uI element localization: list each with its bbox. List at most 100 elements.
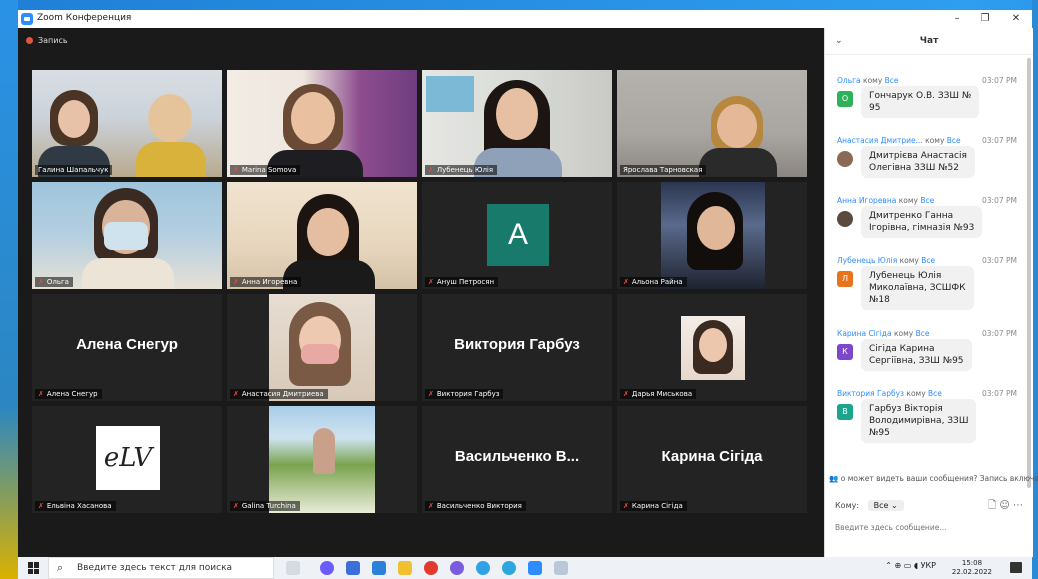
- message-bubble: Дмитрієва Анастасія Олегівна ЗЗШ №52: [861, 146, 975, 178]
- video-tile[interactable]: Карина Сігіда ✗ Карина Сігіда: [617, 406, 807, 513]
- sender-avatar: Л: [837, 271, 853, 287]
- recipient-label: Кому:: [835, 501, 860, 510]
- message-header: Виктория Гарбуз кому Все 03:07 PM: [837, 389, 1017, 398]
- mic-muted-icon: ✗: [38, 278, 44, 286]
- wall-picture: [426, 76, 474, 112]
- video-gallery: Запись Галина Шапальчук ✗ Marina Somova ✗…: [18, 28, 824, 557]
- recipient-name: Все: [928, 389, 942, 398]
- mail-icon[interactable]: [372, 561, 386, 575]
- video-tile[interactable]: eLV ✗ Ельвіна Хасанова: [32, 406, 222, 513]
- mic-muted-icon: ✗: [428, 166, 434, 174]
- paint-icon[interactable]: [554, 561, 568, 575]
- sender-avatar: О: [837, 91, 853, 107]
- video-tile[interactable]: Виктория Гарбуз ✗ Виктория Гарбуз: [422, 294, 612, 401]
- maximize-button[interactable]: ❐: [971, 12, 999, 26]
- video-tile[interactable]: ✗ Ольга: [32, 182, 222, 289]
- file-explorer-icon[interactable]: [398, 561, 412, 575]
- message-header: Анна Игоревна кому Все 03:07 PM: [837, 196, 1017, 205]
- messenger-icon[interactable]: [320, 561, 334, 575]
- file-icon[interactable]: 🗋: [988, 500, 996, 511]
- face-shape: [717, 104, 757, 148]
- participant-name: Галина Шапальчук: [35, 165, 113, 175]
- volume-icon: ◖: [913, 561, 919, 570]
- recipient-select[interactable]: Все ⌄: [867, 500, 904, 511]
- sender-name[interactable]: Карина Сігіда: [837, 329, 892, 338]
- video-tile[interactable]: ✗ Альона Райна: [617, 182, 807, 289]
- sender-name[interactable]: Виктория Гарбуз: [837, 389, 904, 398]
- video-tile[interactable]: ✗ Анна Игоревна: [227, 182, 417, 289]
- sender-avatar: [837, 151, 853, 167]
- chat-privacy-notice[interactable]: 👥 о может видеть ваши сообщения? Запись …: [829, 474, 1038, 483]
- taskbar-clock[interactable]: 15:08 22.02.2022: [952, 559, 992, 577]
- more-icon[interactable]: ⋯: [1013, 500, 1023, 511]
- mic-muted-icon: ✗: [428, 278, 434, 286]
- chat-message: Анна Игоревна кому Все 03:07 PM Дмитренко…: [837, 196, 1025, 238]
- video-tile[interactable]: Васильченко В... ✗ Васильченко Виктория: [422, 406, 612, 513]
- video-tile[interactable]: ✗ Лубенець Юлія: [422, 70, 612, 177]
- video-tile[interactable]: Галина Шапальчук: [32, 70, 222, 177]
- emoji-icon[interactable]: ☺: [999, 500, 1009, 511]
- sender-name[interactable]: Анна Игоревна: [837, 196, 896, 205]
- chat-message: Карина Сігіда кому Все 03:07 PM К Сігіда …: [837, 329, 1025, 371]
- store-icon[interactable]: [346, 561, 360, 575]
- video-tile[interactable]: ✗ Анастасия Дмитриева: [227, 294, 417, 401]
- zoom-taskbar-icon[interactable]: [528, 561, 542, 575]
- title-bar: Zoom Конференция – ❐ ✕: [18, 10, 1032, 28]
- recording-label: Запись: [38, 36, 68, 45]
- message-time: 03:07 PM: [982, 136, 1017, 145]
- search-icon: ⌕: [57, 561, 64, 574]
- minimize-button[interactable]: –: [943, 12, 971, 26]
- chat-scrollbar[interactable]: [1027, 58, 1031, 488]
- chevron-down-icon: ⌄: [890, 501, 898, 510]
- chat-message-input[interactable]: [835, 520, 1023, 534]
- sender-name[interactable]: Анастасия Дмитрие...: [837, 136, 923, 145]
- chat-message: Анастасия Дмитрие... кому Все 03:07 PM Дм…: [837, 136, 1025, 178]
- language-indicator[interactable]: УКР: [921, 561, 936, 570]
- windows-start-icon[interactable]: [28, 562, 40, 574]
- chat-message: Лубенець Юлія кому Все 03:07 PM Л Лубенец…: [837, 256, 1025, 310]
- clock-time: 15:08: [961, 559, 983, 567]
- chevron-down-icon[interactable]: ⌄: [835, 28, 843, 54]
- message-header: Анастасия Дмитрие... кому Все 03:07 PM: [837, 136, 1017, 145]
- mic-muted-icon: ✗: [233, 278, 239, 286]
- network-icon: ⊕: [894, 561, 902, 570]
- video-tile[interactable]: Ярослава Тарновская: [617, 70, 807, 177]
- message-time: 03:07 PM: [982, 76, 1017, 85]
- chat-message: Виктория Гарбуз кому Все 03:07 PM В Гарбу…: [837, 389, 1025, 443]
- video-tile[interactable]: A ✗ Ануш Петросян: [422, 182, 612, 289]
- message-bubble: Гончарук О.В. ЗЗШ № 95: [861, 86, 980, 118]
- skype-icon[interactable]: [476, 561, 490, 575]
- video-tile[interactable]: ✗ Дарья Миськова: [617, 294, 807, 401]
- clock-date: 22.02.2022: [951, 568, 992, 576]
- recipient-row: Кому: Все ⌄: [835, 500, 904, 511]
- viber-icon[interactable]: [450, 561, 464, 575]
- message-bubble: Дмитренко Ганна Ігорівна, гімназія №93: [861, 206, 983, 238]
- video-tile[interactable]: Алена Снегур ✗ Алена Снегур: [32, 294, 222, 401]
- participant-name: ✗ Альона Райна: [620, 277, 687, 287]
- chat-tools: 🗋 ☺ ⋯: [988, 498, 1023, 515]
- zoom-app-icon: [21, 13, 33, 25]
- message-header: Карина Сігіда кому Все 03:07 PM: [837, 329, 1017, 338]
- video-tile[interactable]: ✗ Galina Turchina: [227, 406, 417, 513]
- recording-indicator[interactable]: Запись: [26, 36, 68, 45]
- participant-name: ✗ Лубенець Юлія: [425, 165, 498, 175]
- message-time: 03:07 PM: [982, 196, 1017, 205]
- participant-logo: eLV: [96, 426, 160, 490]
- video-tile[interactable]: ✗ Marina Somova: [227, 70, 417, 177]
- system-tray[interactable]: ⌃ ⊕ ▭ ◖ УКР: [885, 561, 936, 570]
- close-button[interactable]: ✕: [1002, 12, 1030, 26]
- notification-icon[interactable]: [1010, 562, 1022, 573]
- task-view-icon[interactable]: [286, 561, 300, 575]
- taskbar-search[interactable]: ⌕ Введите здесь текст для поиска: [48, 557, 274, 579]
- sender-name[interactable]: Ольга: [837, 76, 861, 85]
- opera-icon[interactable]: [424, 561, 438, 575]
- message-bubble: Сігіда Карина Сергіївна, ЗЗШ №95: [861, 339, 972, 371]
- sender-name[interactable]: Лубенець Юлія: [837, 256, 897, 265]
- message-time: 03:07 PM: [982, 389, 1017, 398]
- person-shape: [699, 148, 777, 177]
- participant-display-name: Алена Снегур: [76, 336, 178, 353]
- search-placeholder: Введите здесь текст для поиска: [77, 563, 233, 573]
- sender-avatar: В: [837, 404, 853, 420]
- chat-panel: ⌄ Чат Ольга кому Все 03:07 PM О Гончарук …: [824, 28, 1038, 557]
- telegram-icon[interactable]: [502, 561, 516, 575]
